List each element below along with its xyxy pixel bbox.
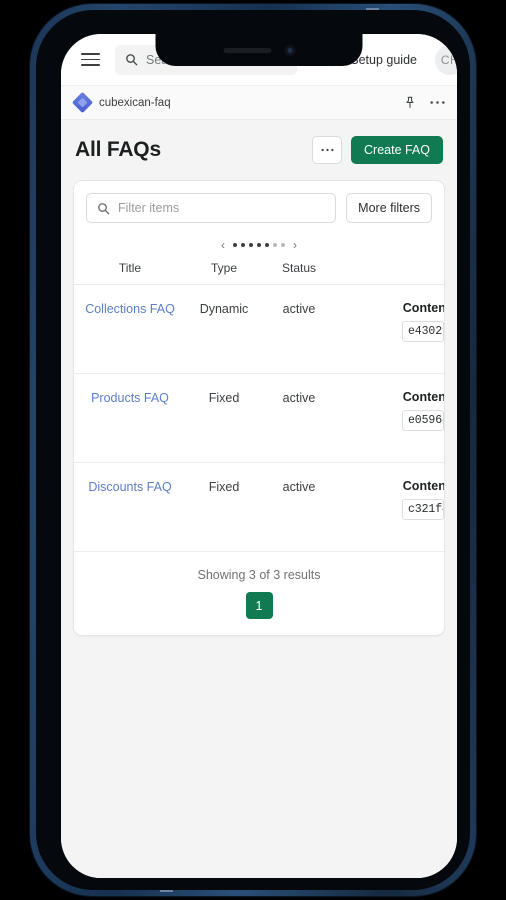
breadcrumb-bar: cubexican-faq — [61, 86, 457, 120]
page-number-button[interactable]: 1 — [245, 592, 273, 619]
cell-content: Content e43029b5-b62d — [336, 301, 444, 342]
table-header-row: Title Type Status — [74, 255, 444, 285]
column-pager-dot[interactable] — [249, 243, 253, 247]
column-pager-dot[interactable] — [273, 243, 277, 247]
pin-icon[interactable] — [404, 96, 416, 109]
filter-items-placeholder: Filter items — [118, 201, 180, 215]
results-count-label: Showing 3 of 3 results — [197, 568, 321, 582]
column-header-type[interactable]: Type — [186, 261, 262, 275]
cell-content-id-field[interactable]: c321f4f2-f4bb — [402, 499, 444, 520]
hamburger-menu-icon[interactable] — [75, 45, 105, 75]
pagination-buttons: 1 — [74, 592, 444, 619]
user-avatar[interactable]: CH — [435, 44, 457, 75]
column-pager-dot[interactable] — [265, 243, 269, 247]
page-title: All FAQs — [75, 138, 161, 161]
phone-notch — [155, 34, 363, 66]
column-pager-dot[interactable] — [281, 243, 285, 247]
phone-frame: Search Setup guide CH — [30, 4, 476, 896]
cell-content-label: Content — [402, 390, 444, 404]
diamond-icon — [71, 91, 94, 114]
cell-title-link[interactable]: Discounts FAQ — [74, 479, 186, 494]
cell-title-link[interactable]: Collections FAQ — [74, 301, 186, 316]
cell-type: Dynamic — [199, 302, 249, 316]
cell-content: Content c321f4f2-f4bb — [336, 479, 444, 520]
search-icon — [125, 53, 138, 66]
filter-items-input[interactable]: Filter items — [86, 193, 337, 223]
resource-table: Title Type Status Collections FAQ Dynamic… — [74, 255, 444, 635]
breadcrumb-app-name[interactable]: cubexican-faq — [99, 97, 171, 109]
phone-screen: Search Setup guide CH — [61, 34, 457, 878]
table-footer: Showing 3 of 3 results 1 — [74, 552, 444, 635]
filter-row: Filter items More filters — [74, 181, 444, 233]
column-header-title[interactable]: Title — [74, 261, 186, 275]
column-header-status[interactable]: Status — [262, 261, 336, 275]
column-pager: ‹ › — [74, 233, 444, 255]
page-body: All FAQs Create FAQ Filter items More fi… — [61, 120, 457, 878]
search-icon — [97, 202, 110, 215]
resource-list-card: Filter items More filters ‹ › Title Type — [73, 180, 445, 636]
page-header: All FAQs Create FAQ — [73, 134, 445, 180]
column-pager-dot[interactable] — [257, 243, 261, 247]
earpiece-speaker — [223, 47, 271, 53]
cell-status: active — [282, 302, 316, 316]
page-header-actions: Create FAQ — [312, 136, 443, 164]
front-camera-icon — [284, 44, 295, 56]
cell-content-label: Content — [402, 479, 444, 493]
cell-status: active — [282, 480, 316, 494]
cell-content-label: Content — [402, 301, 444, 315]
avatar-initials: CH — [440, 52, 457, 67]
more-filters-button[interactable]: More filters — [346, 193, 432, 223]
cell-content-id-field[interactable]: e43029b5-b62d — [402, 321, 444, 342]
phone-bezel: Search Setup guide CH — [36, 10, 470, 890]
cell-content-id-field[interactable]: e0596a50-a713 — [402, 410, 444, 431]
cell-type: Fixed — [208, 480, 240, 494]
cell-type: Fixed — [208, 391, 240, 405]
create-faq-button[interactable]: Create FAQ — [351, 136, 443, 164]
chevron-left-icon[interactable]: ‹ — [221, 239, 225, 251]
breadcrumb-actions — [404, 96, 445, 109]
column-pager-dot[interactable] — [241, 243, 245, 247]
chevron-right-icon[interactable]: › — [293, 239, 297, 251]
cell-title-link[interactable]: Products FAQ — [74, 390, 186, 405]
more-actions-button[interactable] — [312, 136, 342, 164]
cell-content: Content e0596a50-a713 — [336, 390, 444, 431]
table-row[interactable]: Collections FAQ Dynamic active Content e4302… — [74, 285, 444, 374]
column-pager-dots — [233, 243, 285, 247]
table-row[interactable]: Products FAQ Fixed active Content e0596a50-a… — [74, 374, 444, 463]
column-pager-dot[interactable] — [233, 243, 237, 247]
ellipsis-icon[interactable] — [430, 100, 445, 105]
ellipsis-icon — [320, 148, 334, 152]
table-body: Collections FAQ Dynamic active Content e4302… — [74, 285, 444, 552]
cell-status: active — [282, 391, 316, 405]
table-row[interactable]: Discounts FAQ Fixed active Content c321f4f2-… — [74, 463, 444, 552]
